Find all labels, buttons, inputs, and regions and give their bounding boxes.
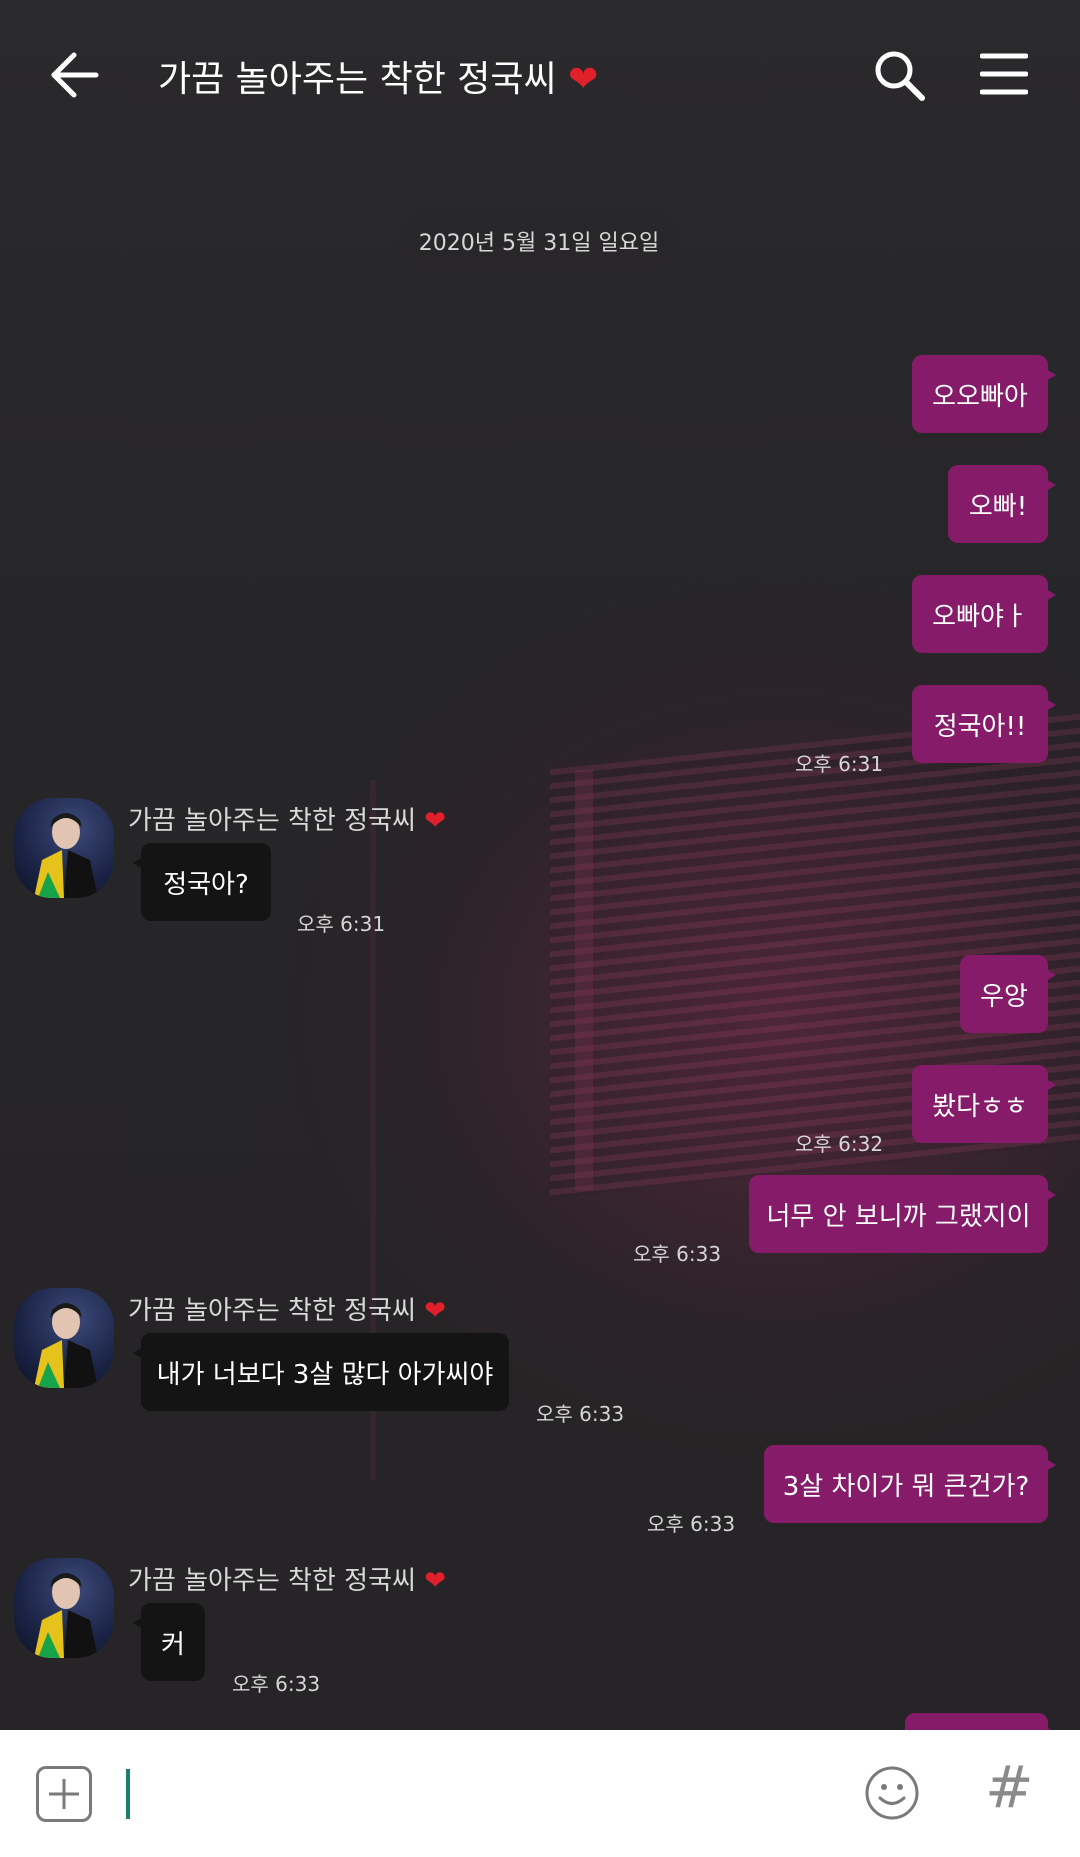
- sender-name-text: 가끔 놀아주는 착한 정국씨: [128, 1296, 416, 1326]
- message-timestamp: 오후 6:33: [536, 1402, 625, 1426]
- search-icon: [875, 51, 925, 101]
- my-message-bubble[interactable]: 3살 차이가 뭐 큰건가?: [764, 1445, 1056, 1523]
- message-timestamp: 오후 6:31: [297, 912, 386, 936]
- avatar-image: [34, 1573, 98, 1658]
- background-pole: [575, 770, 593, 1190]
- their-message-bubble[interactable]: 정국아?: [133, 843, 271, 921]
- menu-button[interactable]: [979, 52, 1029, 96]
- heart-icon: ❤: [568, 59, 599, 100]
- hashtag-button[interactable]: #: [985, 1758, 1034, 1816]
- their-message-bubble[interactable]: 커: [133, 1603, 205, 1681]
- my-message-bubble[interactable]: 정국아!!: [912, 685, 1056, 763]
- avatar[interactable]: [14, 1558, 114, 1658]
- message-timestamp: 오후 6:31: [795, 752, 884, 776]
- sender-name: 가끔 놀아주는 착한 정국씨 ❤: [128, 1290, 446, 1327]
- sender-name: 가끔 놀아주는 착한 정국씨 ❤: [128, 800, 446, 837]
- add-attachment-button[interactable]: [36, 1766, 92, 1822]
- emoji-button[interactable]: [864, 1765, 920, 1821]
- smiley-icon: [865, 1766, 919, 1820]
- plus-square-icon: [49, 1779, 79, 1809]
- chat-title-text: 가끔 놀아주는 착한 정국씨: [158, 59, 557, 100]
- sender-name-text: 가끔 놀아주는 착한 정국씨: [128, 1566, 416, 1596]
- heart-icon: ❤: [424, 1296, 446, 1326]
- my-message-bubble-partial[interactable]: [905, 1713, 1056, 1739]
- message-input[interactable]: [134, 1762, 838, 1824]
- sender-name: 가끔 놀아주는 착한 정국씨 ❤: [128, 1560, 446, 1597]
- message-timestamp: 오후 6:32: [795, 1132, 884, 1156]
- their-message-bubble[interactable]: 내가 너보다 3살 많다 아가씨야: [133, 1333, 509, 1411]
- avatar-image: [34, 1303, 98, 1388]
- search-button[interactable]: [872, 48, 928, 104]
- my-message-bubble[interactable]: 오빠야ㅏ: [912, 575, 1056, 653]
- my-message-bubble[interactable]: 봤다ㅎㅎ: [912, 1065, 1056, 1143]
- arrow-left-icon: [51, 52, 99, 98]
- my-message-bubble[interactable]: 오오빠아: [912, 355, 1056, 433]
- avatar[interactable]: [14, 798, 114, 898]
- avatar[interactable]: [14, 1288, 114, 1388]
- text-cursor: [126, 1769, 130, 1819]
- my-message-bubble[interactable]: 오빠!: [948, 465, 1056, 543]
- my-message-bubble[interactable]: 너무 안 보니까 그랬지이: [749, 1175, 1056, 1253]
- avatar-image: [34, 813, 98, 898]
- date-divider: 2020년 5월 31일 일요일: [398, 206, 680, 276]
- chat-title: 가끔 놀아주는 착한 정국씨 ❤: [158, 50, 598, 102]
- hamburger-menu-icon: [979, 53, 1029, 95]
- sender-name-text: 가끔 놀아주는 착한 정국씨: [128, 806, 416, 836]
- back-button[interactable]: [48, 48, 102, 102]
- heart-icon: ❤: [424, 806, 446, 836]
- chat-header: 가끔 놀아주는 착한 정국씨 ❤: [0, 0, 1080, 150]
- heart-icon: ❤: [424, 1566, 446, 1596]
- message-timestamp: 오후 6:33: [633, 1242, 722, 1266]
- message-timestamp: 오후 6:33: [232, 1672, 321, 1696]
- my-message-bubble[interactable]: 우앙: [960, 955, 1056, 1033]
- message-timestamp: 오후 6:33: [647, 1512, 736, 1536]
